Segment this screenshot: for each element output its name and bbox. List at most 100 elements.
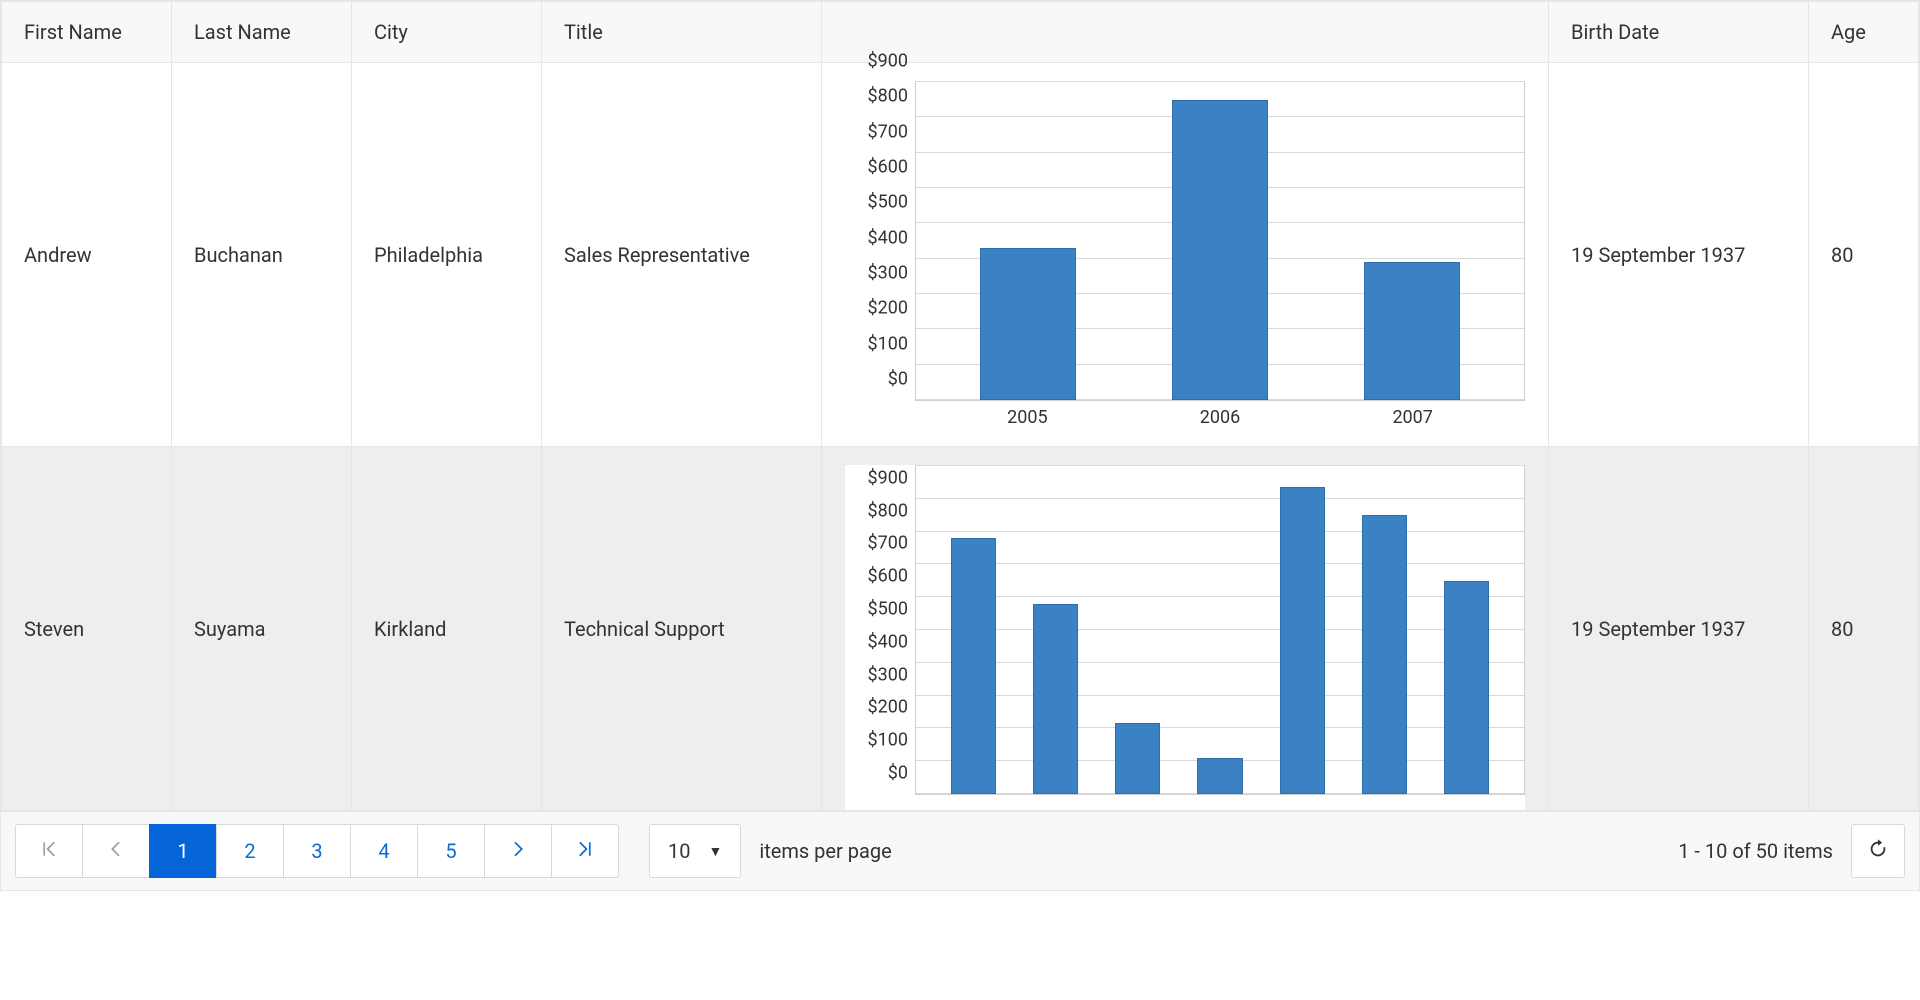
cell-city: Philadelphia [352,63,542,447]
pager-page-button[interactable]: 4 [350,824,418,878]
cell-text: 80 [1831,617,1853,641]
page-size-value: 10 [668,839,690,863]
header-row: First Name Last Name City Title Birth Da… [2,2,1919,63]
cell-text: Sales Representative [564,243,750,267]
chart-y-tick: $600 [846,566,908,587]
col-city[interactable]: City [352,2,542,63]
pager-page-number: 4 [378,839,389,863]
chart-y-tick: $600 [846,157,908,178]
col-age[interactable]: Age [1809,2,1919,63]
chart-x-tick: 2007 [1316,407,1509,428]
cell-first-name: Andrew [2,63,172,447]
pager-page-button[interactable]: 2 [216,824,284,878]
col-last-name[interactable]: Last Name [172,2,352,63]
cell-text: Suyama [194,617,266,641]
chart-bar [1033,604,1078,794]
pager-page-number: 2 [244,839,255,863]
pager-page-number: 3 [311,839,322,863]
chart-y-tick: $800 [846,86,908,107]
chart-bar [1115,723,1160,794]
chevron-down-icon: ▼ [708,843,722,860]
cell-first-name: Steven [2,447,172,811]
pager-range-label: 1 - 10 of 50 items [1678,839,1833,863]
col-label: Title [564,20,603,44]
col-first-name[interactable]: First Name [2,2,172,63]
cell-text: 19 September 1937 [1571,243,1745,267]
chart-bar [1197,758,1242,794]
refresh-button[interactable] [1851,824,1905,878]
chart-y-tick: $900 [846,467,908,488]
chart-y-tick: $200 [846,697,908,718]
chart-y-tick: $200 [846,298,908,319]
pager-page-number: 5 [445,839,456,863]
col-chart[interactable] [822,2,1549,63]
col-title[interactable]: Title [542,2,822,63]
chart-bar [1280,487,1325,794]
chart-x-tick: 2005 [931,407,1124,428]
items-per-page-label: items per page [759,839,891,863]
chart-y-tick: $100 [846,730,908,751]
cell-age: 80 [1809,447,1919,811]
cell-chart: $0$100$200$300$400$500$600$700$800$900$1… [822,447,1549,811]
chart-y-tick: $0 [846,369,908,390]
bar-chart: $0$100$200$300$400$500$600$700$800$900$1… [845,465,1525,810]
chart-y-tick: $300 [846,664,908,685]
col-label: Age [1831,20,1866,44]
chart-x-tick: 2006 [1124,407,1317,428]
pager-first-icon [40,839,58,863]
cell-title: Technical Support [542,447,822,811]
pager-nav: 1 2 3 4 5 [15,824,619,878]
cell-birth-date: 19 September 1937 [1549,63,1809,447]
cell-text: Andrew [24,243,92,267]
page-size-select[interactable]: 10 ▼ [649,824,741,878]
bar-chart: $0$100$200$300$400$500$600$700$800$90020… [845,81,1525,428]
chart-y-tick: $500 [846,599,908,620]
pager-last-button[interactable] [551,824,619,878]
chart-y-tick: $700 [846,121,908,142]
col-label: City [374,20,408,44]
table-row[interactable]: Steven Suyama Kirkland Technical Support… [2,447,1919,811]
cell-text: 80 [1831,243,1853,267]
table-row[interactable]: Andrew Buchanan Philadelphia Sales Repre… [2,63,1919,447]
pager-next-icon [509,839,527,863]
chart-y-tick: $800 [846,500,908,521]
chart-y-tick: $500 [846,192,908,213]
pager-first-button[interactable] [15,824,83,878]
chart-y-tick: $900 [846,51,908,72]
cell-title: Sales Representative [542,63,822,447]
cell-text: Steven [24,617,84,641]
chart-bar [980,248,1076,400]
col-label: Last Name [194,20,291,44]
chart-bar [1364,262,1460,400]
pager-last-icon [576,839,594,863]
refresh-icon [1867,838,1889,865]
chart-bar [1362,515,1407,794]
chart-y-tick: $100 [846,333,908,354]
cell-text: Kirkland [374,617,446,641]
pager-prev-button[interactable] [82,824,150,878]
pager-page-button[interactable]: 1 [149,824,217,878]
pager-next-button[interactable] [484,824,552,878]
cell-last-name: Suyama [172,447,352,811]
cell-last-name: Buchanan [172,63,352,447]
chart-y-tick: $300 [846,263,908,284]
cell-age: 80 [1809,63,1919,447]
chart-y-tick: $700 [846,533,908,554]
chart-y-tick: $400 [846,631,908,652]
data-grid: First Name Last Name City Title Birth Da… [0,0,1920,891]
cell-text: Buchanan [194,243,283,267]
cell-chart: $0$100$200$300$400$500$600$700$800$90020… [822,63,1549,447]
chart-bar [1172,100,1268,400]
pager-page-number: 1 [177,839,188,863]
pager-page-button[interactable]: 5 [417,824,485,878]
chart-bar [951,538,996,794]
col-label: Birth Date [1571,20,1659,44]
pager-page-button[interactable]: 3 [283,824,351,878]
cell-text: 19 September 1937 [1571,617,1745,641]
cell-text: Philadelphia [374,243,483,267]
pager: 1 2 3 4 5 10 ▼ items per page 1 - 10 of … [1,811,1919,890]
chart-y-tick: $400 [846,227,908,248]
chart-y-tick: $0 [846,763,908,784]
chart-bar [1444,581,1489,794]
col-birth-date[interactable]: Birth Date [1549,2,1809,63]
